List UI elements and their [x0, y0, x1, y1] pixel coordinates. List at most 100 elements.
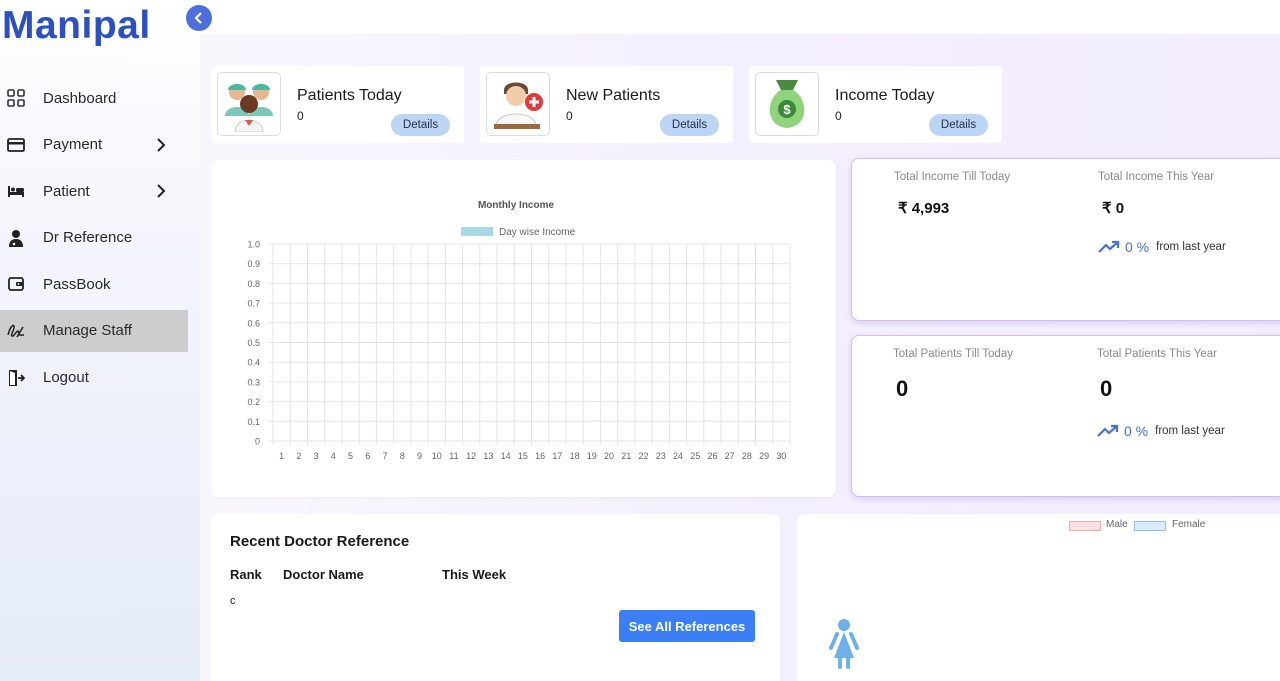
app-logo: Manipal [2, 4, 151, 47]
doctor-icon [7, 229, 25, 247]
x-tick-label: 10 [432, 451, 442, 461]
y-tick-label: 0.5 [247, 338, 260, 348]
details-button[interactable]: Details [929, 114, 988, 136]
y-tick-label: 0.4 [247, 358, 260, 368]
x-tick-label: 22 [639, 451, 649, 461]
bed-icon [7, 182, 25, 200]
x-tick-label: 17 [552, 451, 562, 461]
trend-text: from last year [1156, 241, 1226, 253]
x-tick-label: 14 [501, 451, 511, 461]
sidebar-nav: Dashboard Payment Patient Dr Reference P… [0, 77, 188, 403]
sidebar-item-payment[interactable]: Payment [0, 124, 188, 166]
stat-value: 0 [566, 109, 573, 123]
see-all-references-button[interactable]: See All References [619, 610, 755, 642]
wallet-icon [7, 275, 25, 293]
legend-label-male: Male [1106, 519, 1128, 530]
trending-up-icon [1097, 424, 1119, 437]
x-tick-label: 28 [742, 451, 752, 461]
x-tick-label: 25 [690, 451, 700, 461]
column-header-rank: Rank [230, 567, 262, 582]
stat-value: 0 [835, 109, 842, 123]
details-button[interactable]: Details [391, 114, 450, 136]
year-patients-label: Total Patients This Year [1097, 348, 1217, 360]
chart-legend-swatch [461, 227, 493, 236]
stat-value: 0 [297, 109, 304, 123]
logout-icon [7, 369, 25, 387]
sidebar: Manipal Dashboard Payment Patient Dr Ref… [0, 0, 200, 681]
money-bag-icon: $ [755, 72, 819, 136]
gender-distribution-card: Male Female [797, 514, 1280, 681]
y-tick-label: 0.2 [247, 397, 260, 407]
x-tick-label: 11 [449, 451, 458, 461]
y-tick-label: 0 [255, 437, 260, 447]
x-tick-label: 9 [417, 451, 422, 461]
y-tick-label: 0.3 [247, 377, 260, 387]
stat-title: Income Today [835, 87, 935, 104]
year-income-label: Total Income This Year [1098, 171, 1215, 183]
sidebar-item-label: Dashboard [43, 89, 117, 107]
x-tick-label: 2 [296, 451, 301, 461]
column-header-this-week: This Week [442, 567, 507, 582]
sidebar-item-patient[interactable]: Patient [0, 170, 188, 212]
sidebar-item-label: Dr Reference [43, 229, 133, 247]
sidebar-item-dashboard[interactable]: Dashboard [0, 77, 188, 119]
chevron-right-icon[interactable] [156, 183, 168, 199]
table-cell: c [230, 595, 236, 607]
monthly-income-chart: Monthly Income Day wise Income 1.0 0.9 0.8… [211, 160, 836, 497]
chevron-left-icon [194, 12, 202, 24]
y-tick-label: 0.7 [247, 299, 260, 309]
column-header-doctor-name: Doctor Name [283, 567, 364, 582]
svg-text:$: $ [783, 102, 791, 117]
x-tick-label: 6 [365, 451, 370, 461]
sidebar-item-dr-reference[interactable]: Dr Reference [0, 217, 188, 259]
year-patients-value: 0 [1100, 376, 1113, 401]
x-tick-label: 1 [279, 451, 284, 461]
total-patients-label: Total Patients Till Today [893, 348, 1013, 360]
income-trend: 0 % from last year [1098, 239, 1226, 255]
x-tick-label: 5 [348, 451, 353, 461]
x-tick-label: 15 [518, 451, 528, 461]
x-tick-label: 24 [673, 451, 683, 461]
nurses-icon [217, 72, 281, 136]
x-tick-label: 29 [759, 451, 769, 461]
grid-icon [7, 89, 25, 107]
year-income-value: ₹ 0 [1102, 200, 1125, 217]
y-tick-label: 1.0 [247, 240, 260, 250]
details-button[interactable]: Details [660, 114, 719, 136]
y-tick-label: 0.6 [247, 318, 260, 328]
stat-title: New Patients [566, 87, 661, 104]
stat-card-new-patients: New Patients 0 Details [480, 66, 733, 143]
y-tick-label: 0.9 [247, 259, 260, 269]
x-tick-label: 3 [314, 451, 319, 461]
legend-swatch-male [1069, 521, 1101, 531]
chart-canvas: Monthly Income Day wise Income 1.0 0.9 0.8… [247, 200, 791, 461]
chevron-right-icon[interactable] [156, 137, 168, 153]
total-patients-value: 0 [896, 376, 909, 401]
stat-title: Patients Today [297, 87, 402, 104]
y-tick-label: 0.1 [247, 417, 260, 427]
total-income-value: ₹ 4,993 [898, 200, 950, 217]
sidebar-item-label: Logout [43, 369, 89, 387]
sidebar-item-label: Patient [43, 182, 90, 200]
card-title: Recent Doctor Reference [230, 533, 410, 550]
trending-up-icon [1098, 240, 1120, 253]
x-tick-label: 30 [776, 451, 786, 461]
trend-text: from last year [1155, 425, 1225, 437]
x-tick-label: 18 [570, 451, 580, 461]
signature-icon [7, 322, 25, 340]
sidebar-item-passbook[interactable]: PassBook [0, 263, 188, 305]
legend-swatch-female [1134, 521, 1166, 531]
sidebar-item-logout[interactable]: Logout [0, 357, 188, 399]
x-tick-label: 21 [621, 451, 631, 461]
total-income-label: Total Income Till Today [894, 171, 1011, 183]
sidebar-item-label: PassBook [43, 275, 111, 293]
x-tick-label: 27 [725, 451, 735, 461]
sidebar-item-label: Payment [43, 136, 103, 154]
sidebar-collapse-button[interactable] [186, 5, 212, 31]
x-tick-label: 8 [400, 451, 405, 461]
recent-doctor-reference-card: Recent Doctor Reference Rank Doctor Name… [211, 514, 780, 681]
sidebar-item-manage-staff[interactable]: Manage Staff [0, 309, 188, 352]
stat-card-income-today: $ Income Today 0 Details [749, 66, 1002, 143]
x-tick-label: 26 [707, 451, 717, 461]
y-tick-label: 0.8 [247, 279, 260, 289]
